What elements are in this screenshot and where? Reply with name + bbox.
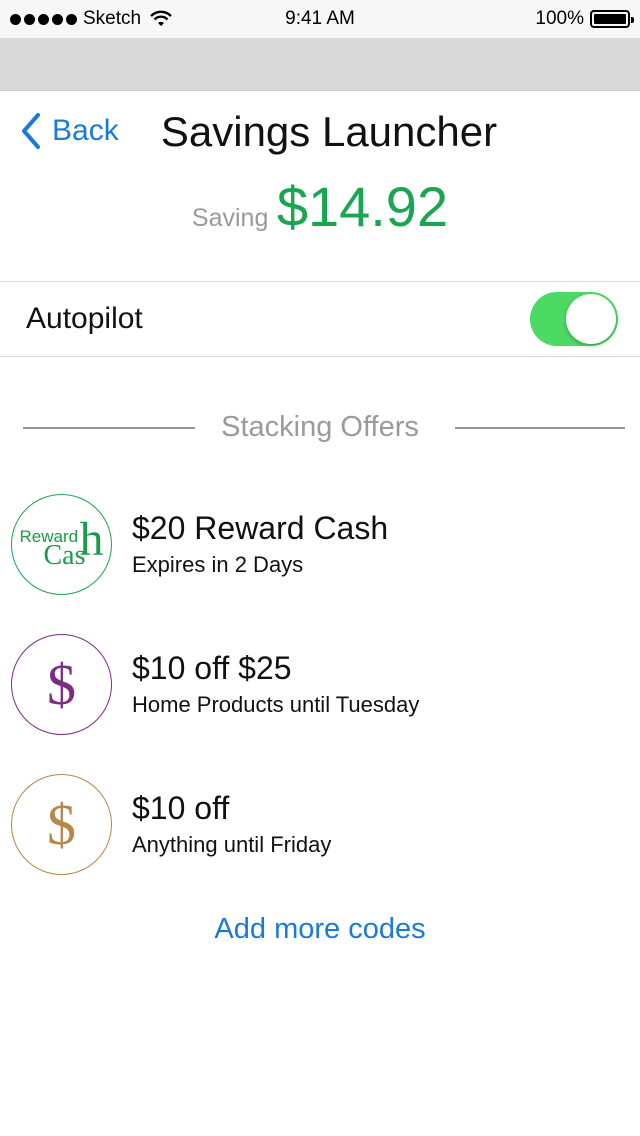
offer-title: $10 off xyxy=(132,790,230,826)
reward-cash-logo: Reward Cas h xyxy=(19,512,104,571)
toggle-knob xyxy=(566,294,616,344)
offer-subtitle: Home Products until Tuesday xyxy=(132,692,420,717)
add-more-codes-link[interactable]: Add more codes xyxy=(0,913,640,946)
offer-item[interactable]: $ $10 off Anything until Friday xyxy=(0,774,640,884)
section-header: Stacking Offers xyxy=(0,408,640,448)
battery-icon xyxy=(590,10,634,28)
offer-subtitle: Expires in 2 Days xyxy=(132,552,304,577)
header-band xyxy=(0,38,640,91)
status-bar: Sketch 9:41 AM 100% xyxy=(0,0,640,38)
header: Back Savings Launcher Saving $14.92 xyxy=(0,92,640,282)
offer-item[interactable]: Reward Cas h $20 Reward Cash Expires in … xyxy=(0,494,640,604)
saving-label: Saving xyxy=(191,204,269,232)
autopilot-toggle[interactable] xyxy=(530,292,618,346)
saving-amount: $14.92 xyxy=(276,175,449,238)
dollar-icon: $ xyxy=(11,634,112,735)
offer-title: $20 Reward Cash xyxy=(132,510,389,546)
offer-subtitle: Anything until Friday xyxy=(132,832,332,857)
autopilot-label: Autopilot xyxy=(26,302,143,335)
saving-summary: Saving $14.92 xyxy=(0,174,640,239)
status-right: 100% xyxy=(535,8,634,30)
dollar-icon: $ xyxy=(11,774,112,875)
battery-percent: 100% xyxy=(535,8,584,29)
offer-item[interactable]: $ $10 off $25 Home Products until Tuesda… xyxy=(0,634,640,744)
page-title: Savings Launcher xyxy=(160,108,498,155)
reward-cash-icon: Reward Cas h xyxy=(11,494,112,595)
offer-title: $10 off $25 xyxy=(132,650,292,686)
divider-line xyxy=(455,427,625,429)
autopilot-row: Autopilot xyxy=(0,282,640,357)
